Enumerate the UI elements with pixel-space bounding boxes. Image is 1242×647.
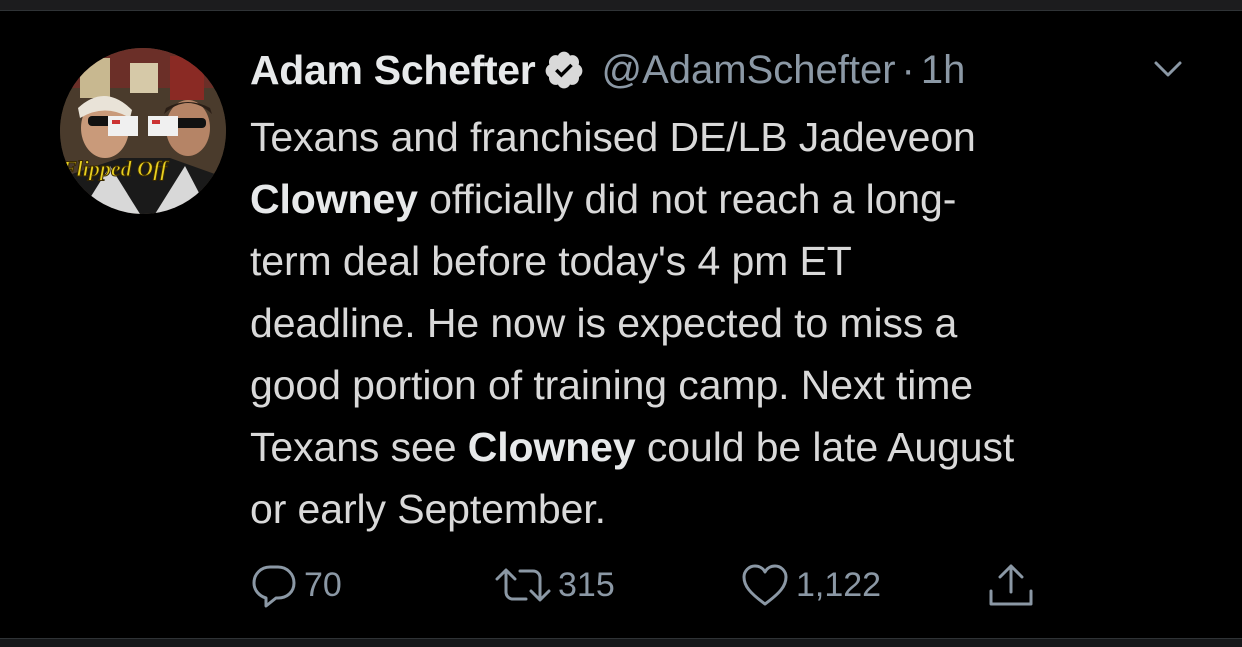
like-button[interactable]: 1,122 bbox=[740, 560, 881, 610]
tweet-line: Texans and franchised DE/LB Jadeveon bbox=[250, 106, 1210, 168]
bold-mention: Clowney bbox=[467, 424, 636, 470]
heart-icon bbox=[740, 562, 790, 608]
reply-count: 70 bbox=[304, 565, 342, 604]
tweet-line: deadline. He now is expected to miss a bbox=[250, 292, 1210, 354]
tweet-line: Texans see Clowney could be late August bbox=[250, 416, 1210, 478]
tweet-line: Clowney officially did not reach a long- bbox=[250, 168, 1210, 230]
tweet-actions: 70 315 1,122 bbox=[0, 560, 1242, 610]
avatar-caption: Flipped Off bbox=[61, 156, 170, 181]
avatar[interactable]: Flipped Off bbox=[60, 48, 226, 214]
reply-icon bbox=[250, 562, 298, 608]
display-name[interactable]: Adam Schefter bbox=[250, 47, 536, 94]
avatar-image: Flipped Off bbox=[60, 48, 226, 214]
top-divider bbox=[0, 0, 1242, 11]
reply-button[interactable]: 70 bbox=[250, 560, 342, 610]
tweet-line-text: Texans see bbox=[250, 424, 468, 470]
like-count: 1,122 bbox=[796, 565, 882, 604]
bold-mention: Clowney bbox=[250, 176, 418, 222]
share-icon bbox=[986, 561, 1036, 609]
timestamp[interactable]: 1h bbox=[921, 48, 966, 93]
share-button[interactable] bbox=[986, 560, 1036, 610]
separator-dot: · bbox=[901, 47, 915, 92]
tweet-line-text: good portion of training camp. Next time bbox=[250, 362, 973, 408]
tweet-text: Texans and franchised DE/LB Jadeveon Clo… bbox=[250, 106, 1210, 540]
retweet-count: 315 bbox=[558, 565, 615, 604]
retweet-icon bbox=[494, 562, 552, 608]
tweet-line-text: term deal before today's 4 pm ET bbox=[250, 238, 852, 284]
retweet-button[interactable]: 315 bbox=[494, 560, 615, 610]
tweet-line-text: deadline. He now is expected to miss a bbox=[250, 300, 958, 346]
tweet-line: or early September. bbox=[250, 478, 1210, 540]
tweet-line-text: or early September. bbox=[250, 486, 606, 532]
bottom-divider bbox=[0, 638, 1242, 647]
tweet-header: Adam Schefter @AdamSchefter · 1h bbox=[250, 44, 965, 96]
tweet-line: good portion of training camp. Next time bbox=[250, 354, 1210, 416]
verified-badge-icon bbox=[543, 49, 585, 91]
tweet-line: term deal before today's 4 pm ET bbox=[250, 230, 1210, 292]
tweet-line-text: officially did not reach a long- bbox=[417, 176, 957, 222]
tweet-line-text: could be late August bbox=[635, 424, 1015, 470]
tweet-line-text: Texans and franchised DE/LB Jadeveon bbox=[250, 114, 976, 160]
handle[interactable]: @AdamSchefter bbox=[601, 48, 895, 93]
chevron-down-icon[interactable] bbox=[1148, 54, 1188, 84]
